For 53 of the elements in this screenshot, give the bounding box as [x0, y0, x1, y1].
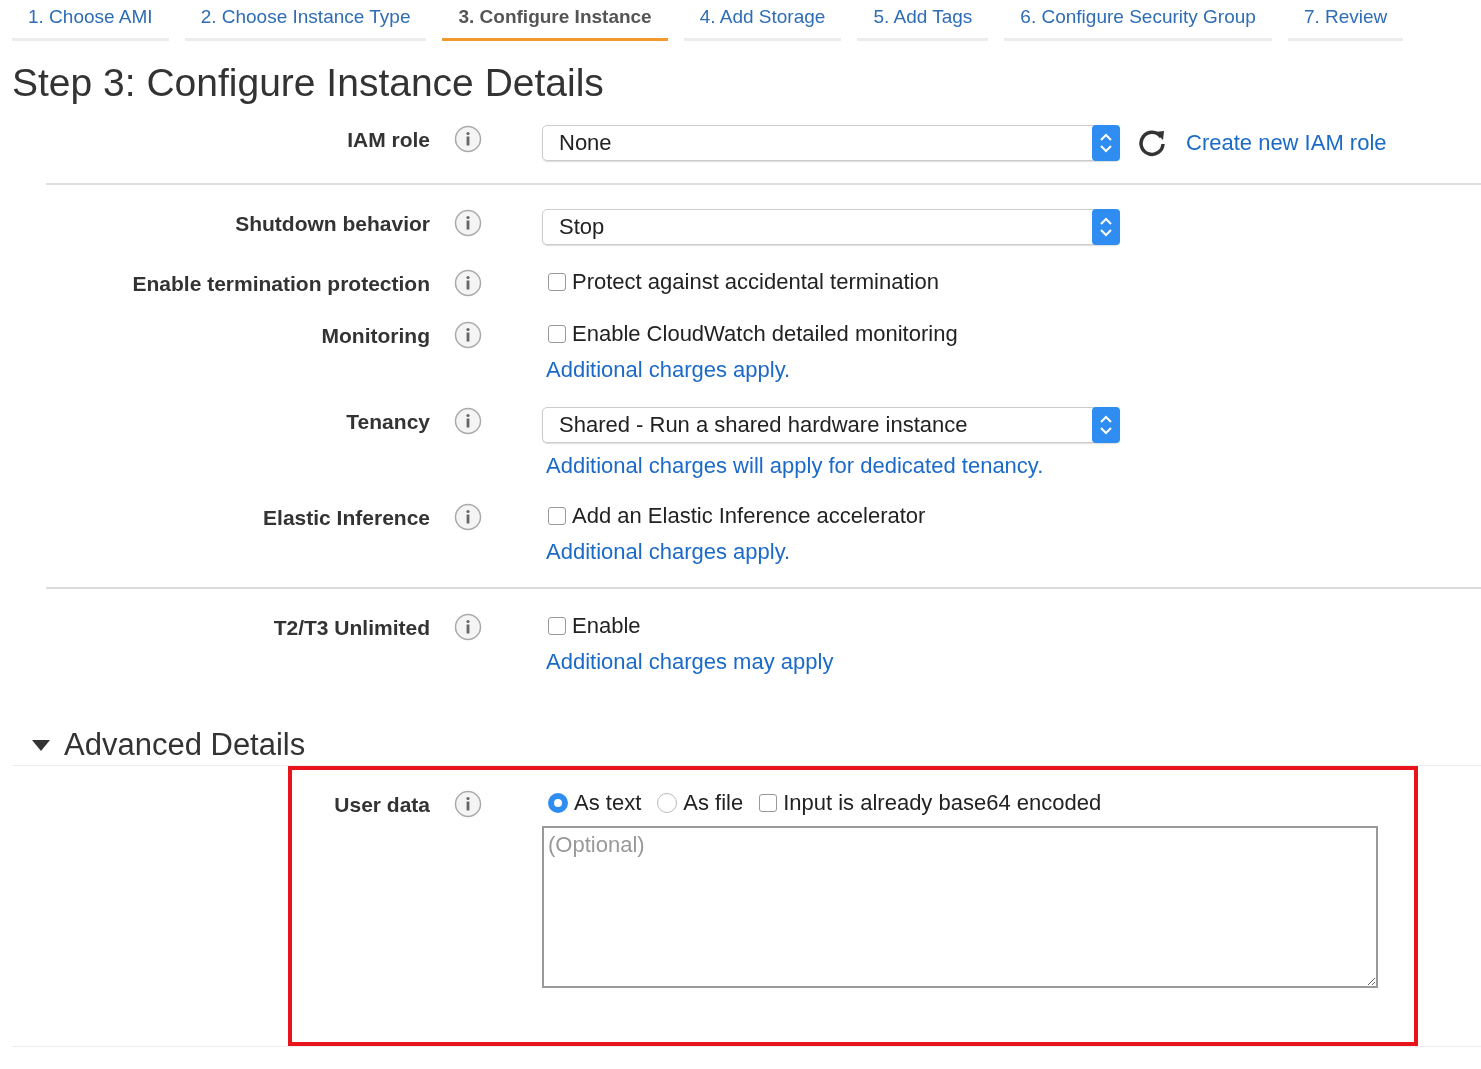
checkbox-option[interactable]: Add an Elastic Inference accelerator: [542, 503, 926, 529]
radio-option[interactable]: As text: [542, 790, 642, 816]
checkbox-option[interactable]: Protect against accidental termination: [542, 269, 939, 295]
checkbox[interactable]: [548, 325, 566, 343]
dropdown-select[interactable]: None: [542, 125, 1120, 161]
charges-link[interactable]: Additional charges apply.: [542, 539, 926, 565]
wizard-step-tab[interactable]: 5. Add Tags: [857, 4, 989, 41]
field-label: Enable termination protection: [132, 272, 430, 295]
checkbox[interactable]: [548, 273, 566, 291]
create-role-link[interactable]: Create new IAM role: [1186, 130, 1387, 156]
field-label: Elastic Inference: [263, 506, 430, 529]
info-icon[interactable]: [454, 209, 482, 237]
checkbox[interactable]: [759, 794, 778, 812]
info-icon[interactable]: [454, 407, 482, 435]
chevrons-icon: [1092, 407, 1120, 443]
user-data-field[interactable]: (Optional): [542, 826, 1378, 988]
checkbox[interactable]: [548, 617, 566, 635]
section-title[interactable]: Advanced Details: [64, 727, 306, 763]
charges-link[interactable]: Additional charges may apply: [542, 649, 834, 675]
info-icon[interactable]: [454, 125, 482, 153]
radio-option[interactable]: As file: [651, 790, 744, 816]
field-label: Tenancy: [346, 410, 430, 433]
refresh-icon[interactable]: [1138, 128, 1168, 158]
wizard-step-tab[interactable]: 3. Configure Instance: [442, 4, 668, 41]
field-label: Monitoring: [321, 324, 430, 347]
checkbox-option[interactable]: Enable: [542, 613, 641, 639]
page-title: Step 3: Configure Instance Details: [12, 61, 605, 105]
checkbox-option[interactable]: Input is already base64 encoded: [753, 790, 1102, 816]
checkbox[interactable]: [548, 507, 566, 525]
info-icon[interactable]: [454, 269, 482, 297]
field-label: T2/T3 Unlimited: [273, 616, 430, 639]
info-icon[interactable]: [454, 790, 482, 818]
wizard-step-tab[interactable]: 7. Review: [1287, 4, 1404, 41]
caret-icon[interactable]: [32, 739, 50, 751]
chevrons-icon: [1092, 125, 1120, 161]
info-icon[interactable]: [454, 503, 482, 531]
field-label: User data: [334, 793, 430, 816]
dropdown-select[interactable]: Shared - Run a shared hardware instance: [542, 407, 1120, 443]
radio-button[interactable]: [657, 793, 678, 813]
checkbox-option[interactable]: Enable CloudWatch detailed monitoring: [542, 321, 958, 347]
charges-link[interactable]: Additional charges apply.: [542, 357, 958, 383]
charges-link[interactable]: Additional charges will apply for dedicated tenancy.: [542, 453, 1120, 479]
field-label: IAM role: [347, 128, 430, 151]
wizard-step-tab[interactable]: 2. Choose Instance Type: [184, 4, 427, 41]
info-icon[interactable]: [454, 321, 482, 349]
radio-button[interactable]: [548, 793, 568, 813]
wizard-step-tab[interactable]: 1. Choose AMI: [12, 4, 169, 41]
wizard-step-tab[interactable]: 6. Configure Security Group: [1004, 4, 1272, 41]
chevrons-icon: [1092, 209, 1120, 245]
dropdown-select[interactable]: Stop: [542, 209, 1120, 245]
info-icon[interactable]: [454, 613, 482, 641]
wizard-step-tab[interactable]: 4. Add Storage: [683, 4, 842, 41]
field-label: Shutdown behavior: [235, 212, 430, 235]
